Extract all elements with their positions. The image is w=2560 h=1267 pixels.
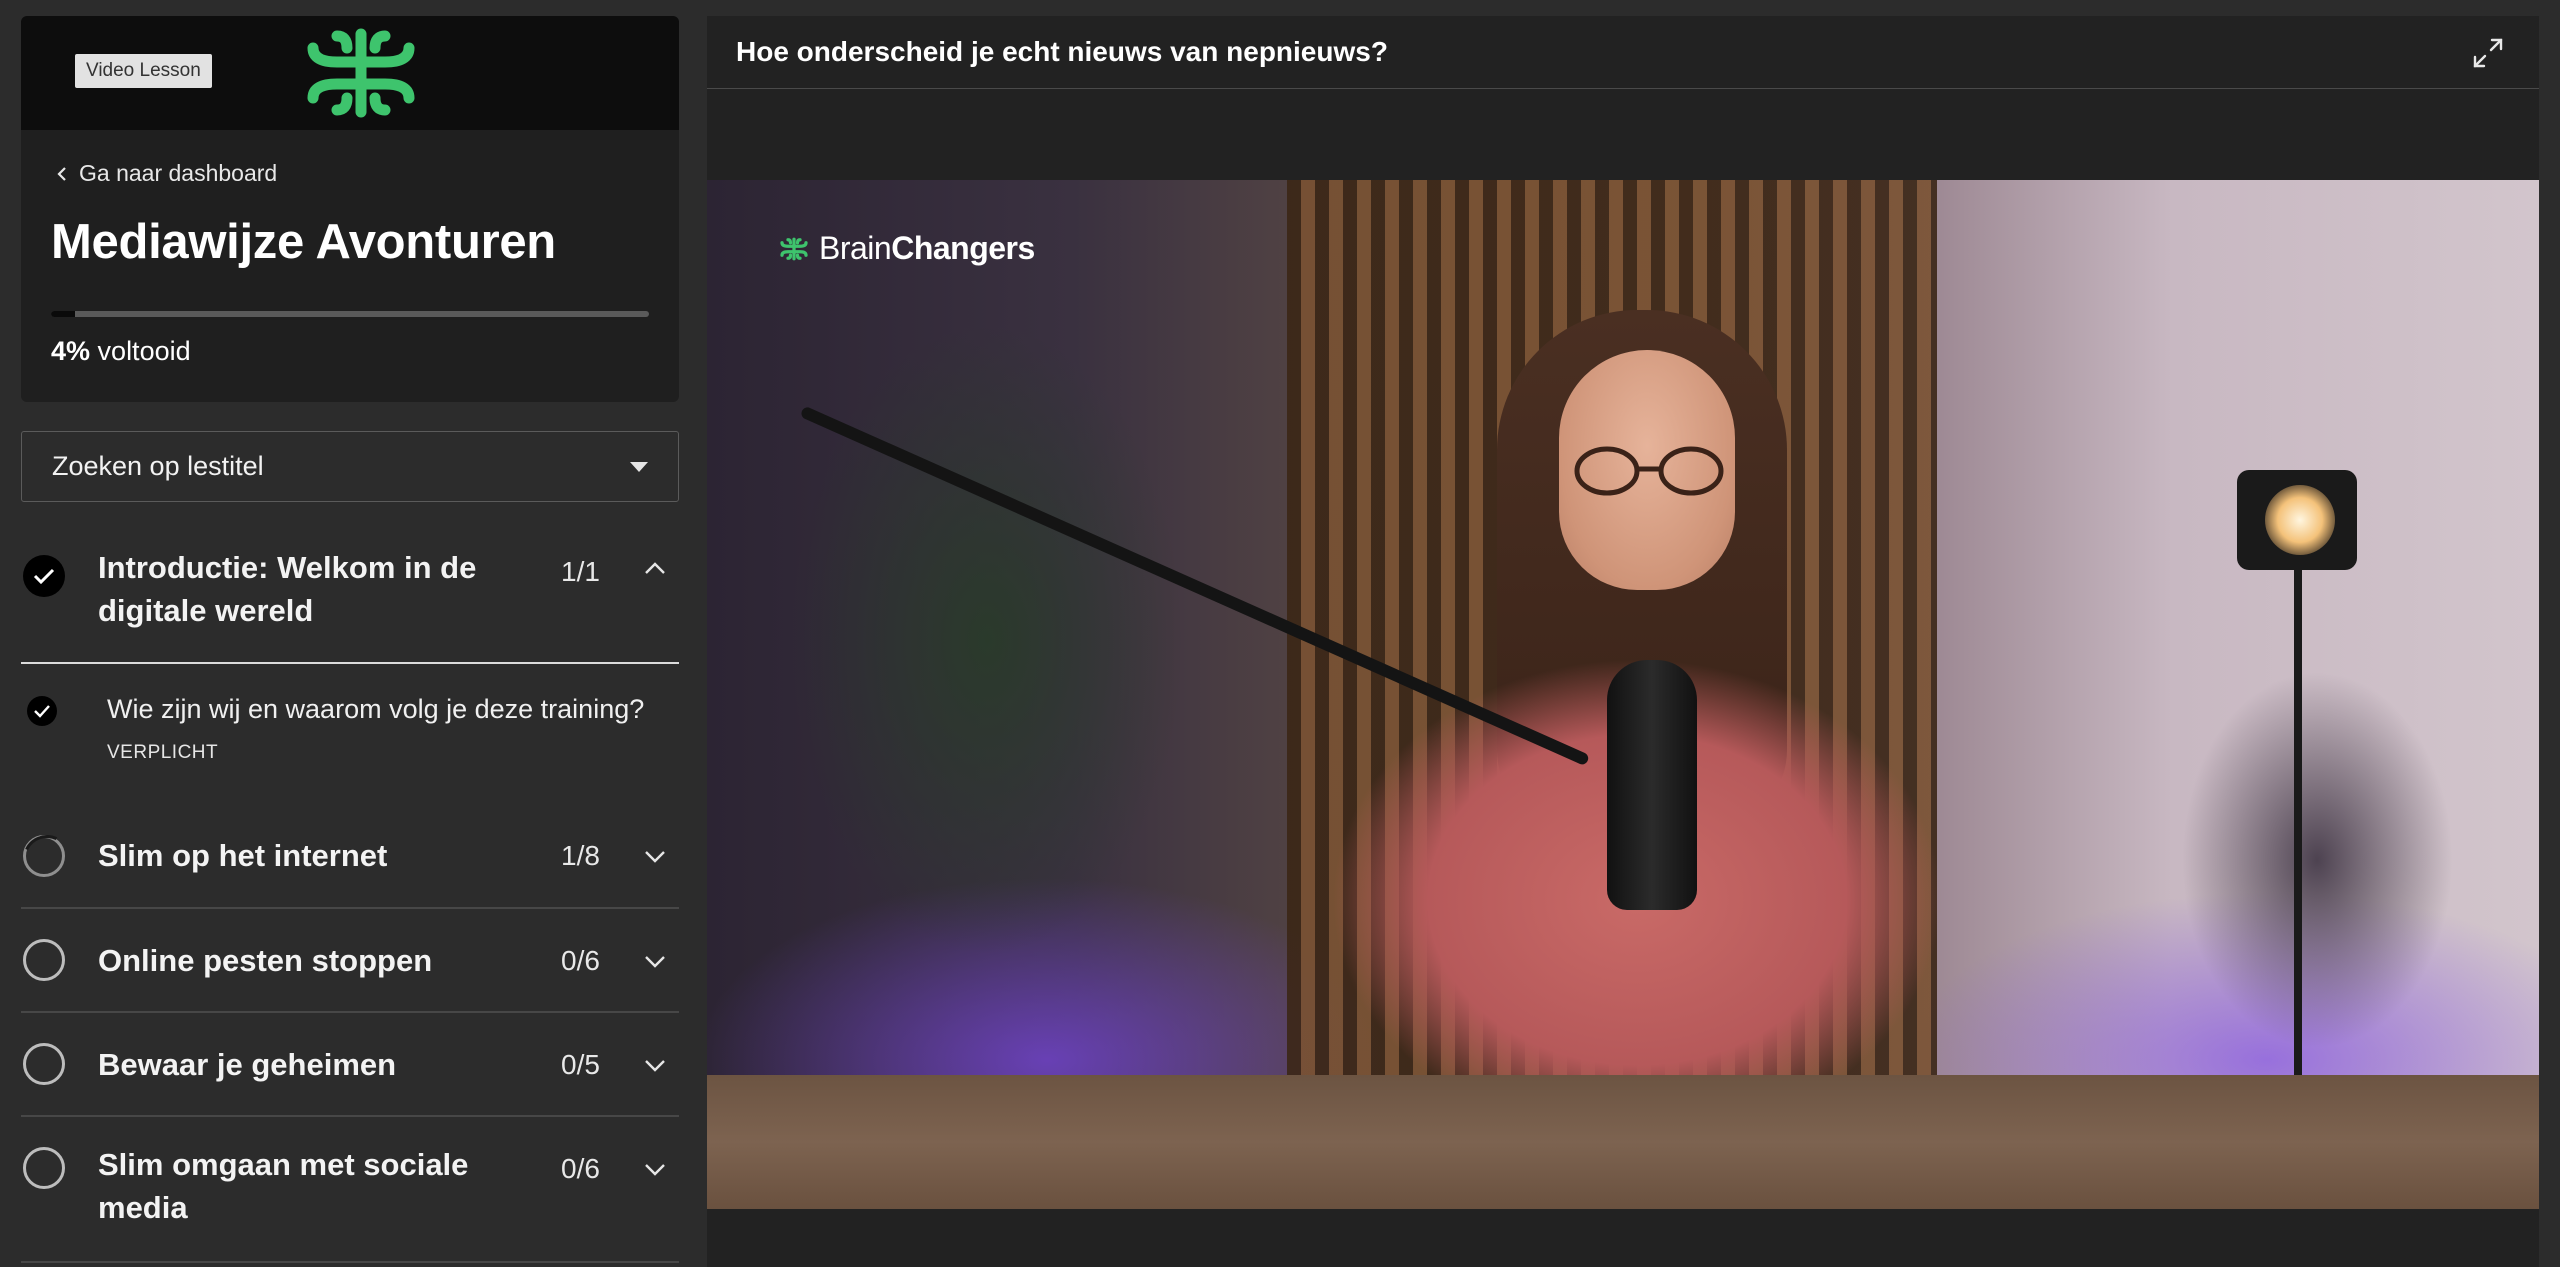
empty-circle-icon [23,1147,65,1189]
video-title: Hoe onderscheid je echt nieuws van nepni… [736,36,1388,67]
section-introductie[interactable]: Introductie: Welkom in de digitale werel… [21,530,679,664]
course-title: Mediawijze Avonturen [51,215,556,269]
lesson-search-select[interactable]: Zoeken op lestitel [21,431,679,502]
check-circle-icon [23,555,65,597]
video-scene-lamp-light [2265,485,2335,555]
video-scene-lamp-stand [2294,570,2302,1090]
lesson-required-tag: VERPLICHT [107,742,219,763]
section-online-pesten-stoppen[interactable]: Online pesten stoppen 0/6 [21,909,679,1013]
section-count: 0/6 [561,945,600,976]
video-logo-regular: Brain [819,230,892,266]
video-lesson-panel: Hoe onderscheid je echt nieuws van nepni… [707,16,2539,1267]
brainchangers-logo-icon [307,28,415,118]
section-count: 1/1 [561,556,600,587]
video-header: Hoe onderscheid je echt nieuws van nepni… [707,16,2539,89]
progress-percent: 4% [51,336,91,366]
caret-down-icon [630,461,648,472]
brainchangers-logo-icon [780,237,808,260]
video-player[interactable]: BrainChangers [707,180,2539,1209]
chevron-down-icon[interactable] [643,1057,667,1073]
progress-bar [51,311,649,317]
chevron-down-icon[interactable] [643,848,667,864]
video-scene-plant-left [727,220,1247,1120]
expand-icon[interactable] [2471,36,2505,70]
chevron-up-icon[interactable] [643,560,667,576]
video-scene-microphone [1607,660,1697,910]
section-count: 0/5 [561,1049,600,1080]
lesson-title: Wie zijn wij en waarom volg je deze trai… [107,694,645,724]
lesson-item[interactable]: Wie zijn wij en waarom volg je deze trai… [21,664,679,792]
back-link-label: Ga naar dashboard [79,160,278,186]
progress-bar-fill [51,311,75,317]
video-lesson-badge: Video Lesson [75,54,212,88]
empty-circle-icon [23,939,65,981]
section-count: 0/6 [561,1153,600,1184]
section-title: Online pesten stoppen [98,943,433,978]
back-to-dashboard-link[interactable]: Ga naar dashboard [55,160,277,187]
video-watermark-logo: BrainChangers [777,230,1035,267]
empty-circle-icon [23,1043,65,1085]
chevron-down-icon[interactable] [643,953,667,969]
video-logo-bold: Changers [891,230,1035,266]
section-title: Introductie: Welkom in de digitale werel… [98,550,477,628]
chevron-left-icon [57,166,66,181]
section-bewaar-je-geheimen[interactable]: Bewaar je geheimen 0/5 [21,1013,679,1117]
brand-bar: Video Lesson [21,16,679,130]
lesson-search-placeholder: Zoeken op lestitel [52,451,264,481]
section-count: 1/8 [561,840,600,871]
progress-text: 4% voltooid [51,336,191,367]
section-title: Slim omgaan met sociale media [98,1147,469,1225]
section-slim-op-het-internet[interactable]: Slim op het internet 1/8 [21,808,679,909]
progress-circle-icon [23,835,65,877]
check-circle-icon [27,696,57,726]
chevron-down-icon[interactable] [643,1161,667,1177]
sidebar: Video Lesson Ga naar dashboard Mediawijz… [0,0,700,1267]
video-scene-desk [707,1075,2539,1209]
section-slim-omgaan-met-sociale-media[interactable]: Slim omgaan met sociale media 0/6 [21,1117,679,1263]
course-card: Ga naar dashboard Mediawijze Avonturen 4… [21,130,679,402]
section-title: Slim op het internet [98,838,388,873]
video-logo-text: BrainChangers [819,230,1035,267]
section-title: Bewaar je geheimen [98,1047,397,1082]
progress-suffix: voltooid [97,336,191,366]
video-scene-plant-right [2127,600,2507,1100]
video-scene-glasses [1574,446,1724,496]
